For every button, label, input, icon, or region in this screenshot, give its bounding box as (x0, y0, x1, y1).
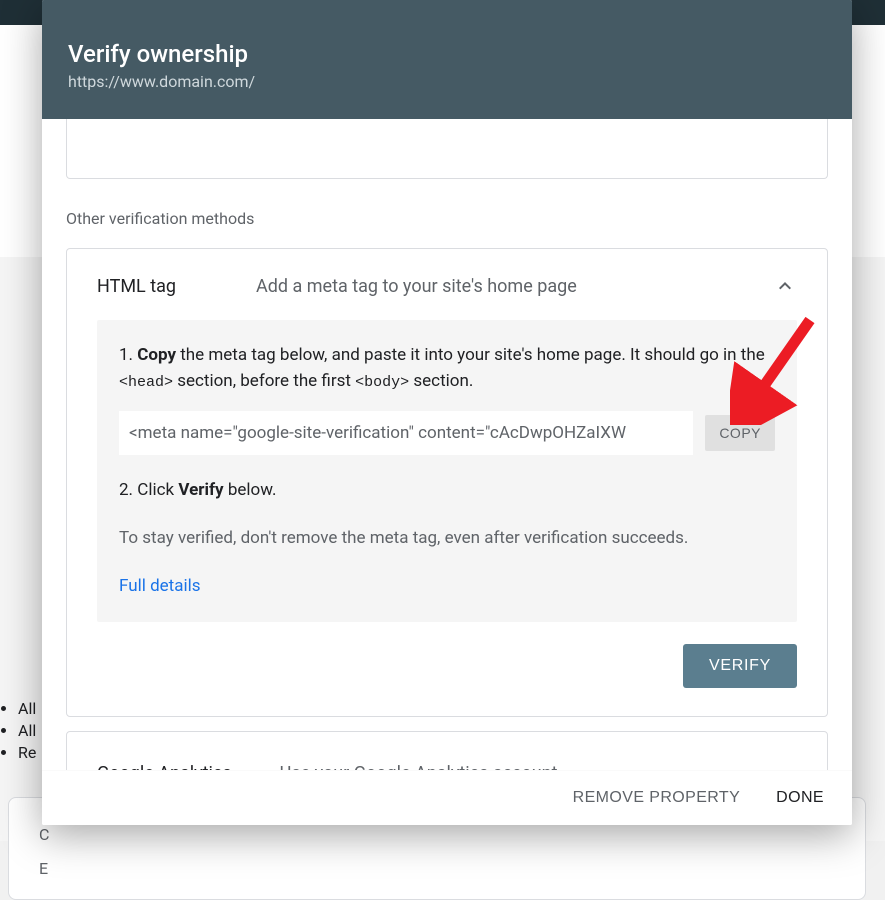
step2-prefix: 2. Click (119, 480, 178, 500)
modal-subtitle: https://www.domain.com/ (68, 72, 826, 91)
bg-list-item: All (18, 699, 36, 718)
instructions-panel: 1. Copy the meta tag below, and paste it… (97, 320, 797, 622)
google-analytics-header[interactable]: Google Analytics Use your Google Analyti… (67, 732, 827, 770)
ga-desc: Use your Google Analytics account (280, 763, 753, 770)
step2-text: 2. Click Verify below. (119, 477, 775, 503)
html-tag-header[interactable]: HTML tag Add a meta tag to your site's h… (67, 249, 827, 320)
chevron-up-icon (773, 274, 797, 298)
stay-verified-text: To stay verified, don't remove the meta … (119, 525, 775, 551)
remove-property-button[interactable]: REMOVE PROPERTY (573, 789, 741, 807)
chevron-down-icon (773, 762, 797, 770)
step1-body-code: <body> (355, 374, 409, 391)
step1-text: 1. Copy the meta tag below, and paste it… (119, 342, 775, 395)
section-label: Other verification methods (66, 209, 828, 228)
modal-title: Verify ownership (68, 40, 826, 68)
verify-ownership-modal: Verify ownership https://www.domain.com/… (42, 0, 852, 825)
step1-suffix: section. (409, 371, 473, 391)
modal-scroll-area[interactable]: Other verification methods HTML tag Add … (42, 119, 852, 770)
step2-verify-word: Verify (178, 480, 223, 500)
step1-prefix: 1. (119, 345, 137, 365)
html-tag-desc: Add a meta tag to your site's home page (256, 276, 753, 297)
google-analytics-card: Google Analytics Use your Google Analyti… (66, 731, 828, 770)
meta-tag-input[interactable] (119, 411, 693, 455)
modal-header: Verify ownership https://www.domain.com/ (42, 0, 852, 119)
copy-button[interactable]: COPY (705, 415, 775, 451)
html-tag-title: HTML tag (97, 276, 176, 297)
full-details-link[interactable]: Full details (119, 576, 201, 596)
background-list: All All Re (18, 699, 36, 765)
step1-mid2: section, before the first (173, 371, 355, 391)
step1-head-code: <head> (119, 374, 173, 391)
html-file-card-peek (66, 119, 828, 179)
verify-row: VERIFY (67, 644, 827, 716)
step1-copy-word: Copy (137, 345, 176, 365)
ga-title: Google Analytics (97, 763, 232, 770)
bg-list-item: Re (18, 743, 36, 762)
html-tag-card: HTML tag Add a meta tag to your site's h… (66, 248, 828, 717)
step2-suffix: below. (224, 480, 277, 500)
done-button[interactable]: DONE (776, 789, 824, 807)
meta-tag-row: COPY (119, 411, 775, 455)
modal-footer: REMOVE PROPERTY DONE (42, 770, 852, 825)
bg-box-line: E (39, 852, 835, 886)
bg-list-item: All (18, 721, 36, 740)
verify-button[interactable]: VERIFY (683, 644, 797, 688)
step1-mid: the meta tag below, and paste it into yo… (176, 345, 765, 365)
